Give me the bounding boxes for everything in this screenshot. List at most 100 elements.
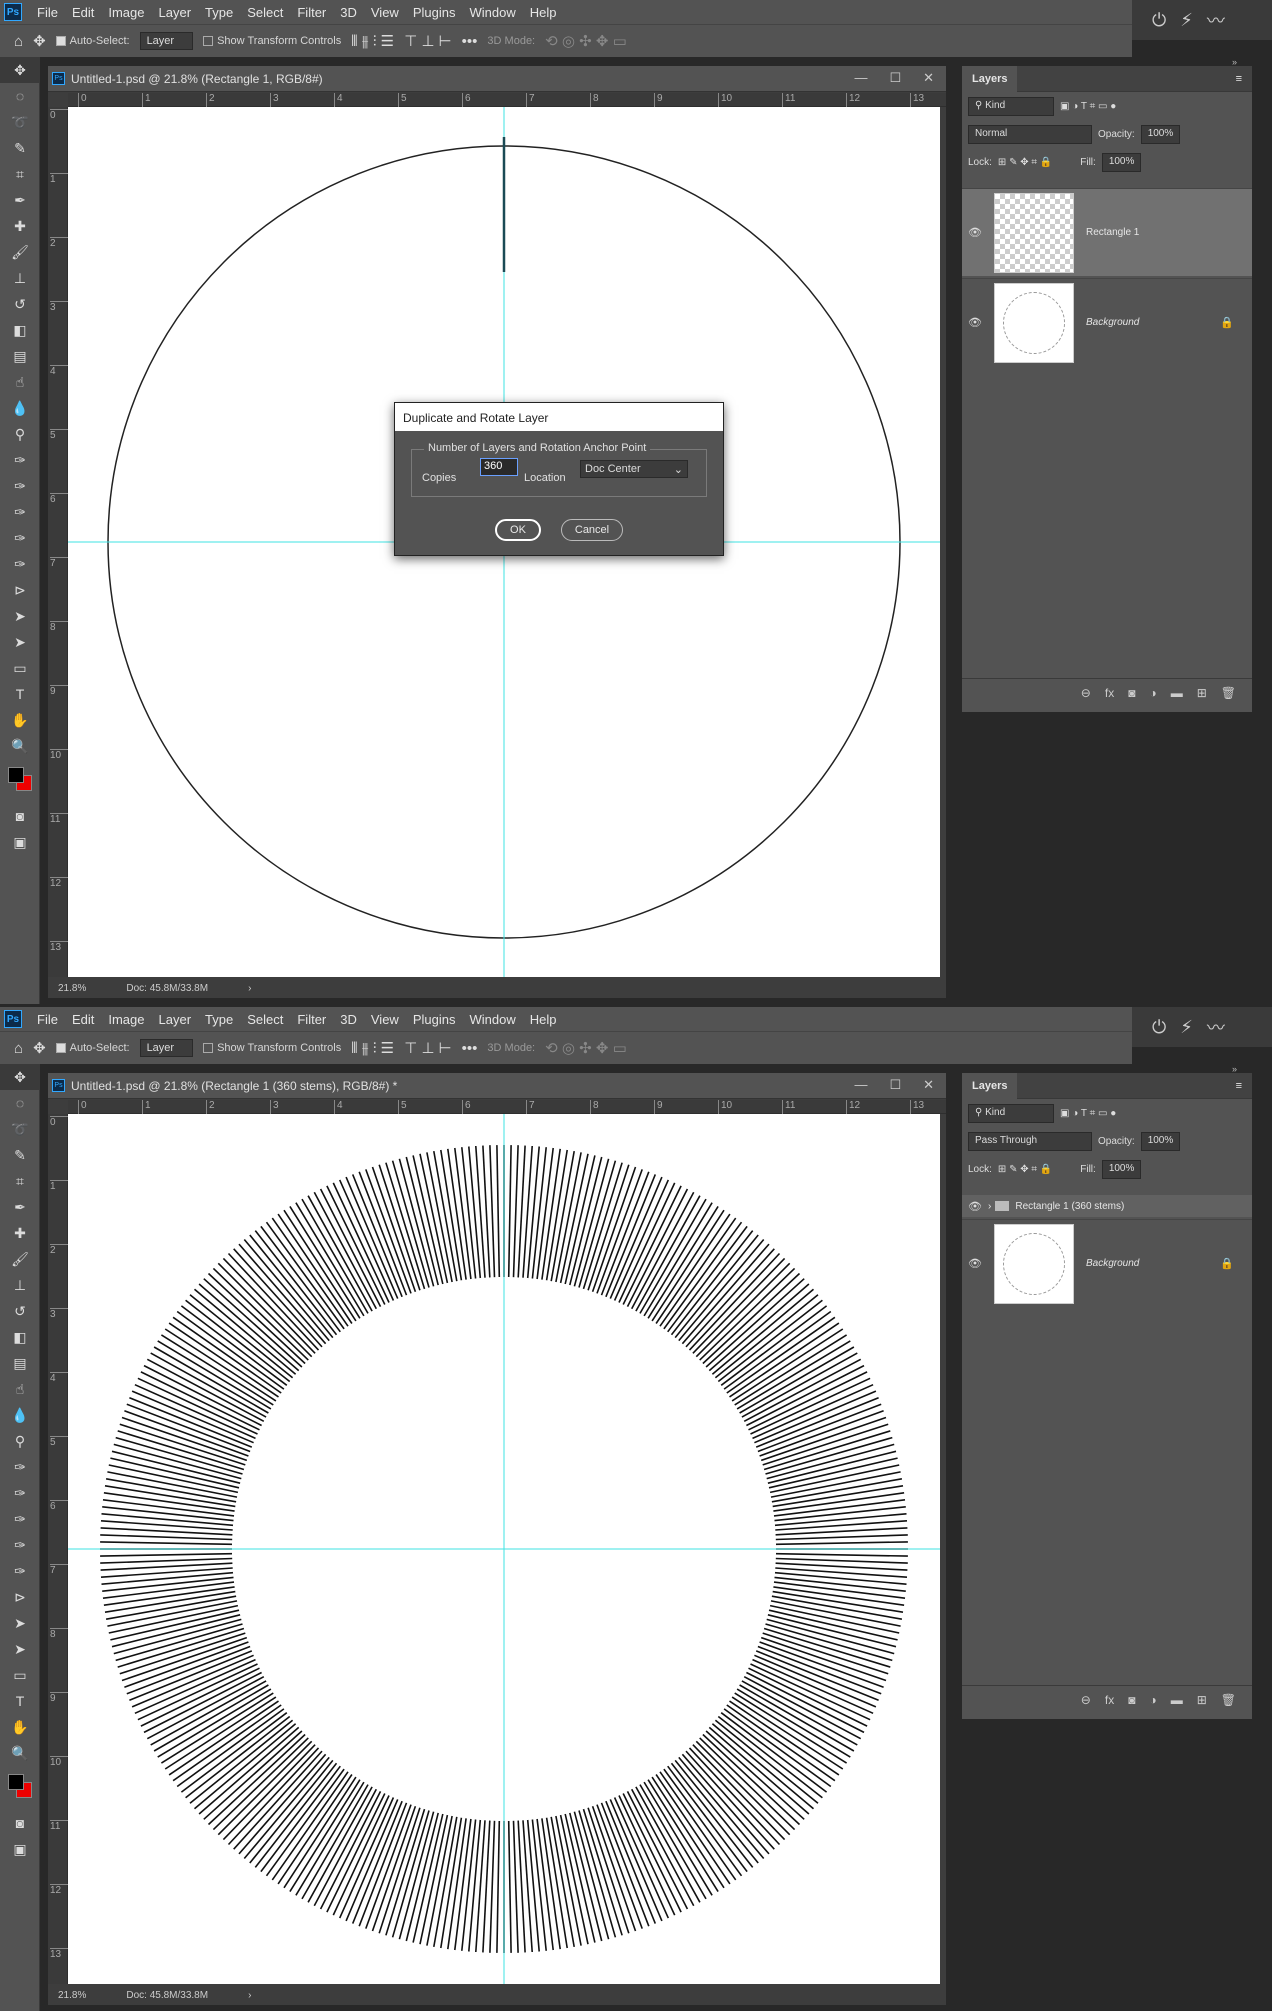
new-layer-icon[interactable]: ⊞	[1197, 1693, 1207, 1707]
menu-layer[interactable]: Layer	[152, 5, 199, 20]
rectangle-tool-icon[interactable]: ▭	[0, 655, 40, 681]
layer-row-group[interactable]: 👁 › Rectangle 1 (360 stems)	[962, 1195, 1252, 1217]
folder-icon[interactable]: ▬	[1171, 686, 1183, 700]
menu-help[interactable]: Help	[523, 5, 564, 20]
close-icon[interactable]: ✕	[923, 70, 934, 86]
auto-select-dropdown[interactable]: Layer	[139, 32, 194, 50]
opacity-field[interactable]: 100%	[1140, 1131, 1181, 1151]
lock-icons[interactable]: ⊞ ✎ ✥ ⌗ 🔒	[998, 157, 1052, 168]
path-select-icon[interactable]: ➤	[0, 1610, 40, 1636]
distribute-icons[interactable]: ⊤ ⊥ ⊢	[404, 1039, 452, 1057]
pen-cable-icon[interactable]: ⚡	[1180, 10, 1193, 31]
blur-tool-icon[interactable]: 💧	[0, 1402, 40, 1428]
curvature-pen-icon[interactable]: ✑	[0, 499, 40, 525]
mask-icon[interactable]: ◙	[1128, 1693, 1135, 1707]
hand-tool-icon[interactable]: ✋	[0, 1714, 40, 1740]
menu-file[interactable]: File	[30, 1012, 65, 1027]
menu-window[interactable]: Window	[462, 1012, 522, 1027]
stamp-tool-icon[interactable]: ⊥	[0, 1272, 40, 1298]
canvas[interactable]	[68, 1114, 940, 1984]
zoom-level[interactable]: 21.8%	[58, 1990, 86, 2001]
freeform-pen-icon[interactable]: ✑	[0, 1480, 40, 1506]
close-icon[interactable]: ✕	[923, 1077, 934, 1093]
menu-view[interactable]: View	[364, 1012, 406, 1027]
auto-select-checkbox[interactable]: Auto-Select:	[55, 1042, 130, 1054]
auto-select-checkbox[interactable]: Auto-Select:	[55, 35, 130, 47]
home-icon[interactable]: ⌂	[14, 33, 23, 50]
quick-select-tool-icon[interactable]: ✎	[0, 135, 40, 161]
home-icon[interactable]: ⌂	[14, 1040, 23, 1057]
minimize-icon[interactable]: —	[854, 70, 867, 86]
marquee-tool-icon[interactable]: ◌	[0, 83, 40, 109]
panel-menu-icon[interactable]: ≡	[1226, 66, 1252, 92]
pen-cable-icon[interactable]: ⚡	[1180, 1017, 1193, 1038]
healing-tool-icon[interactable]: ✚	[0, 213, 40, 239]
blur-tool-icon[interactable]: 💧	[0, 395, 40, 421]
quick-select-tool-icon[interactable]: ✎	[0, 1142, 40, 1168]
lasso-tool-icon[interactable]: ➰	[0, 1116, 40, 1142]
quick-mask-icon[interactable]: ◙	[0, 803, 40, 829]
zoom-tool-icon[interactable]: 🔍	[0, 733, 40, 759]
power-icon[interactable]: ⏻	[1152, 1017, 1166, 1038]
direct-select-icon[interactable]: ➤	[0, 629, 40, 655]
blend-mode-select[interactable]: Pass Through	[968, 1131, 1092, 1151]
brush-tool-icon[interactable]: 🖌	[0, 1246, 40, 1272]
location-select[interactable]: Doc Center ⌄	[580, 460, 688, 478]
visibility-eye-icon[interactable]: 👁	[962, 316, 988, 329]
visibility-eye-icon[interactable]: 👁	[962, 1257, 988, 1270]
3d-tools-icons[interactable]: ⟲ ◎ ✣ ✥ ▭	[545, 1039, 627, 1057]
layer-row-rectangle-1[interactable]: 👁 Rectangle 1	[962, 188, 1252, 276]
more-options-icon[interactable]: •••	[462, 1040, 478, 1057]
opacity-field[interactable]: 100%	[1140, 124, 1181, 144]
menu-layer[interactable]: Layer	[152, 1012, 199, 1027]
add-anchor-icon[interactable]: ✑	[0, 525, 40, 551]
copies-input[interactable]: 360	[480, 458, 518, 476]
type-tool-icon[interactable]: T	[0, 681, 40, 707]
adjustment-icon[interactable]: ◑	[1149, 1693, 1156, 1707]
menu-3d[interactable]: 3D	[333, 5, 364, 20]
menu-filter[interactable]: Filter	[290, 1012, 333, 1027]
status-arrow-icon[interactable]: ›	[248, 1990, 251, 2001]
move-tool-icon[interactable]: ✥	[0, 1064, 40, 1090]
move-tool-icon[interactable]: ✥	[33, 32, 46, 50]
crop-tool-icon[interactable]: ⌗	[0, 1168, 40, 1194]
move-tool-icon[interactable]: ✥	[33, 1039, 46, 1057]
trash-icon[interactable]: 🗑	[1221, 686, 1236, 700]
power-icon[interactable]: ⏻	[1152, 10, 1166, 31]
color-swatches[interactable]	[0, 1766, 39, 1810]
gradient-tool-icon[interactable]: ▤	[0, 343, 40, 369]
more-options-icon[interactable]: •••	[462, 33, 478, 50]
add-anchor-icon[interactable]: ✑	[0, 1532, 40, 1558]
zoom-tool-icon[interactable]: 🔍	[0, 1740, 40, 1766]
new-layer-icon[interactable]: ⊞	[1197, 686, 1207, 700]
link-icon[interactable]: ⊖	[1081, 1693, 1091, 1707]
smudge-tool-icon[interactable]: ☝	[0, 369, 40, 395]
foreground-color-swatch[interactable]	[8, 767, 24, 783]
rectangle-tool-icon[interactable]: ▭	[0, 1662, 40, 1688]
lock-icons[interactable]: ⊞ ✎ ✥ ⌗ 🔒	[998, 1164, 1052, 1175]
path-select-icon[interactable]: ➤	[0, 603, 40, 629]
dodge-tool-icon[interactable]: ⚲	[0, 1428, 40, 1454]
filter-type-icons[interactable]: ▣ ◑ T ⌗ ▭ ●	[1060, 101, 1116, 112]
link-icon[interactable]: ⊖	[1081, 686, 1091, 700]
layer-row-background[interactable]: 👁 Background 🔒	[962, 278, 1252, 366]
history-brush-icon[interactable]: ↺	[0, 1298, 40, 1324]
history-brush-icon[interactable]: ↺	[0, 291, 40, 317]
auto-select-dropdown[interactable]: Layer	[139, 1039, 194, 1057]
ok-button[interactable]: OK	[495, 519, 541, 541]
stroke-icon[interactable]: 〰	[1207, 1014, 1225, 1040]
menu-select[interactable]: Select	[240, 5, 290, 20]
document-tab[interactable]: Ps Untitled-1.psd @ 21.8% (Rectangle 1, …	[48, 66, 946, 92]
type-tool-icon[interactable]: T	[0, 1688, 40, 1714]
direct-select-icon[interactable]: ➤	[0, 1636, 40, 1662]
menu-edit[interactable]: Edit	[65, 5, 101, 20]
panel-menu-icon[interactable]: ≡	[1226, 1073, 1252, 1099]
pen-tool-icon[interactable]: ✑	[0, 1454, 40, 1480]
menu-image[interactable]: Image	[101, 5, 151, 20]
menu-help[interactable]: Help	[523, 1012, 564, 1027]
gradient-tool-icon[interactable]: ▤	[0, 1350, 40, 1376]
convert-point-icon[interactable]: ⊳	[0, 1584, 40, 1610]
3d-tools-icons[interactable]: ⟲ ◎ ✣ ✥ ▭	[545, 32, 627, 50]
status-arrow-icon[interactable]: ›	[248, 983, 251, 994]
brush-tool-icon[interactable]: 🖌	[0, 239, 40, 265]
